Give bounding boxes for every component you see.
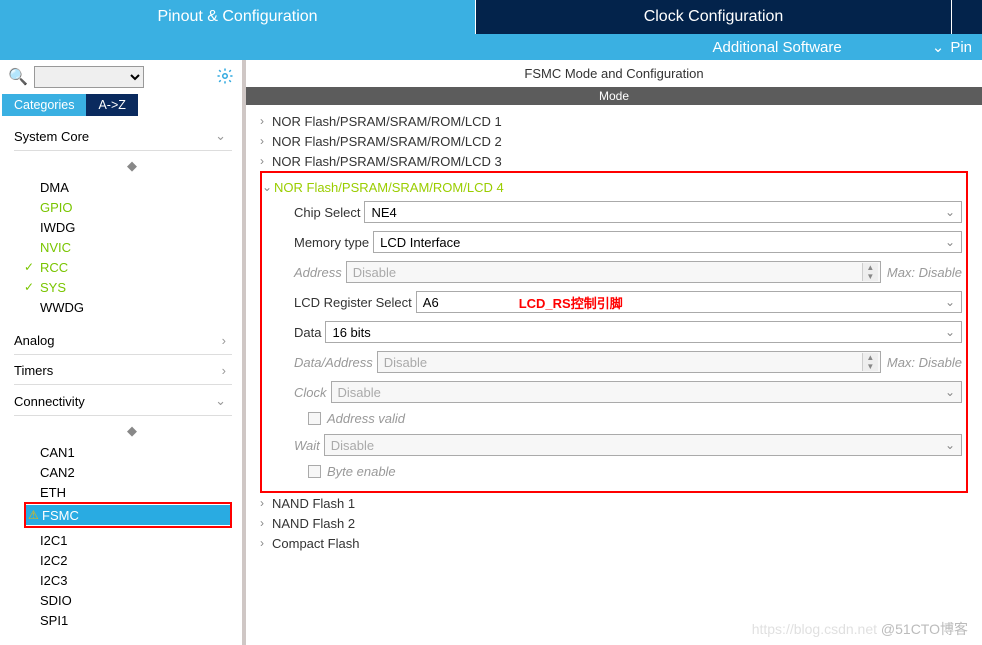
chevron-down-icon: ⌄ — [215, 393, 226, 409]
additional-software-link[interactable]: Additional Software — [712, 39, 841, 56]
address-label: Address — [294, 265, 342, 280]
fsmc-highlight-box: FSMC — [24, 502, 232, 528]
tab-az[interactable]: A->Z — [86, 94, 137, 116]
item-spi1[interactable]: SPI1 — [24, 610, 242, 630]
item-sys[interactable]: SYS — [24, 277, 242, 297]
item-can2[interactable]: CAN2 — [24, 462, 242, 482]
chevron-down-icon: ⌄ — [215, 128, 226, 144]
sub-toolbar: Additional Software ⌄ Pin — [0, 34, 982, 60]
chevron-down-icon: ⌄ — [945, 325, 955, 339]
collapse-dots-icon[interactable]: ◆ — [24, 420, 242, 442]
item-gpio[interactable]: GPIO — [24, 197, 242, 217]
main-tabbar: Pinout & Configuration Clock Configurati… — [0, 0, 982, 34]
chevron-right-icon: › — [222, 363, 226, 378]
item-eth[interactable]: ETH — [24, 482, 242, 502]
clock-combo: Disable⌄ — [331, 381, 962, 403]
search-input[interactable] — [34, 66, 144, 88]
tab-extra[interactable] — [952, 0, 982, 34]
data-address-label: Data/Address — [294, 355, 373, 370]
item-fsmc[interactable]: FSMC — [26, 505, 230, 525]
chevron-right-icon: › — [260, 134, 272, 148]
address-spinner: Disable ▲▼ — [346, 261, 881, 283]
wait-label: Wait — [294, 438, 320, 453]
address-valid-checkbox: Address valid — [262, 407, 962, 430]
config-title: FSMC Mode and Configuration — [246, 60, 982, 87]
item-iwdg[interactable]: IWDG — [24, 217, 242, 237]
chevron-right-icon: › — [260, 536, 272, 550]
lcd-reg-select-label: LCD Register Select — [294, 295, 412, 310]
spinner-icon: ▲▼ — [862, 263, 878, 281]
section-analog[interactable]: Analog› — [14, 325, 232, 355]
item-i2c2[interactable]: I2C2 — [24, 550, 242, 570]
chevron-down-icon: ⌄ — [262, 180, 274, 194]
item-rcc[interactable]: RCC — [24, 257, 242, 277]
right-panel: FSMC Mode and Configuration Mode ›NOR Fl… — [246, 60, 982, 645]
group-compact-flash[interactable]: ›Compact Flash — [260, 533, 976, 553]
tab-clock[interactable]: Clock Configuration — [476, 0, 952, 34]
chevron-down-icon: ⌄ — [945, 235, 955, 249]
peripheral-tree: System Core⌄ ◆ DMA GPIO IWDG NVIC RCC SY… — [0, 116, 242, 645]
chip-select-label: Chip Select — [294, 205, 360, 220]
item-i2c1[interactable]: I2C1 — [24, 530, 242, 550]
data-address-max: Max: Disable — [887, 355, 962, 370]
settings-icon[interactable] — [216, 67, 234, 88]
item-can1[interactable]: CAN1 — [24, 442, 242, 462]
chevron-down-icon[interactable]: ⌄ — [932, 38, 945, 56]
tab-pinout[interactable]: Pinout & Configuration — [0, 0, 476, 34]
section-connectivity[interactable]: Connectivity⌄ — [14, 385, 232, 416]
clock-label: Clock — [294, 385, 327, 400]
group-lcd1[interactable]: ›NOR Flash/PSRAM/SRAM/ROM/LCD 1 — [260, 111, 976, 131]
chevron-down-icon: ⌄ — [945, 295, 955, 309]
checkbox-icon — [308, 412, 321, 425]
wait-combo: Disable⌄ — [324, 434, 962, 456]
mode-header: Mode — [246, 87, 982, 105]
item-i2c3[interactable]: I2C3 — [24, 570, 242, 590]
pinout-link[interactable]: Pin — [950, 39, 972, 56]
lcd-reg-select-combo[interactable]: A6 LCD_RS控制引脚 ⌄ — [416, 291, 962, 313]
item-sdio[interactable]: SDIO — [24, 590, 242, 610]
tab-categories[interactable]: Categories — [2, 94, 86, 116]
chevron-right-icon: › — [222, 333, 226, 348]
spinner-icon: ▲▼ — [862, 353, 878, 371]
data-address-spinner: Disable ▲▼ — [377, 351, 881, 373]
section-system-core[interactable]: System Core⌄ — [14, 120, 232, 151]
item-nvic[interactable]: NVIC — [24, 237, 242, 257]
group-lcd2[interactable]: ›NOR Flash/PSRAM/SRAM/ROM/LCD 2 — [260, 131, 976, 151]
chevron-down-icon: ⌄ — [945, 205, 955, 219]
data-combo[interactable]: 16 bits⌄ — [325, 321, 962, 343]
chevron-down-icon: ⌄ — [945, 438, 955, 452]
memory-type-label: Memory type — [294, 235, 369, 250]
data-label: Data — [294, 325, 321, 340]
chevron-right-icon: › — [260, 496, 272, 510]
collapse-dots-icon[interactable]: ◆ — [24, 155, 242, 177]
group-lcd3[interactable]: ›NOR Flash/PSRAM/SRAM/ROM/LCD 3 — [260, 151, 976, 171]
chevron-right-icon: › — [260, 114, 272, 128]
lcd-rs-annotation: LCD_RS控制引脚 — [519, 293, 623, 312]
address-max: Max: Disable — [887, 265, 962, 280]
group-nand1[interactable]: ›NAND Flash 1 — [260, 493, 976, 513]
item-dma[interactable]: DMA — [24, 177, 242, 197]
byte-enable-checkbox: Byte enable — [262, 460, 962, 483]
lcd4-highlight-box: ⌄NOR Flash/PSRAM/SRAM/ROM/LCD 4 Chip Sel… — [260, 171, 968, 493]
section-timers[interactable]: Timers› — [14, 355, 232, 385]
group-nand2[interactable]: ›NAND Flash 2 — [260, 513, 976, 533]
chevron-right-icon: › — [260, 516, 272, 530]
search-icon[interactable]: 🔍 — [8, 67, 28, 87]
left-panel: 🔍 Categories A->Z System Core⌄ ◆ DMA GPI… — [0, 60, 246, 645]
chevron-right-icon: › — [260, 154, 272, 168]
chip-select-combo[interactable]: NE4⌄ — [364, 201, 962, 223]
memory-type-combo[interactable]: LCD Interface⌄ — [373, 231, 962, 253]
item-wwdg[interactable]: WWDG — [24, 297, 242, 317]
group-lcd4[interactable]: ⌄NOR Flash/PSRAM/SRAM/ROM/LCD 4 — [262, 177, 962, 197]
checkbox-icon — [308, 465, 321, 478]
chevron-down-icon: ⌄ — [945, 385, 955, 399]
